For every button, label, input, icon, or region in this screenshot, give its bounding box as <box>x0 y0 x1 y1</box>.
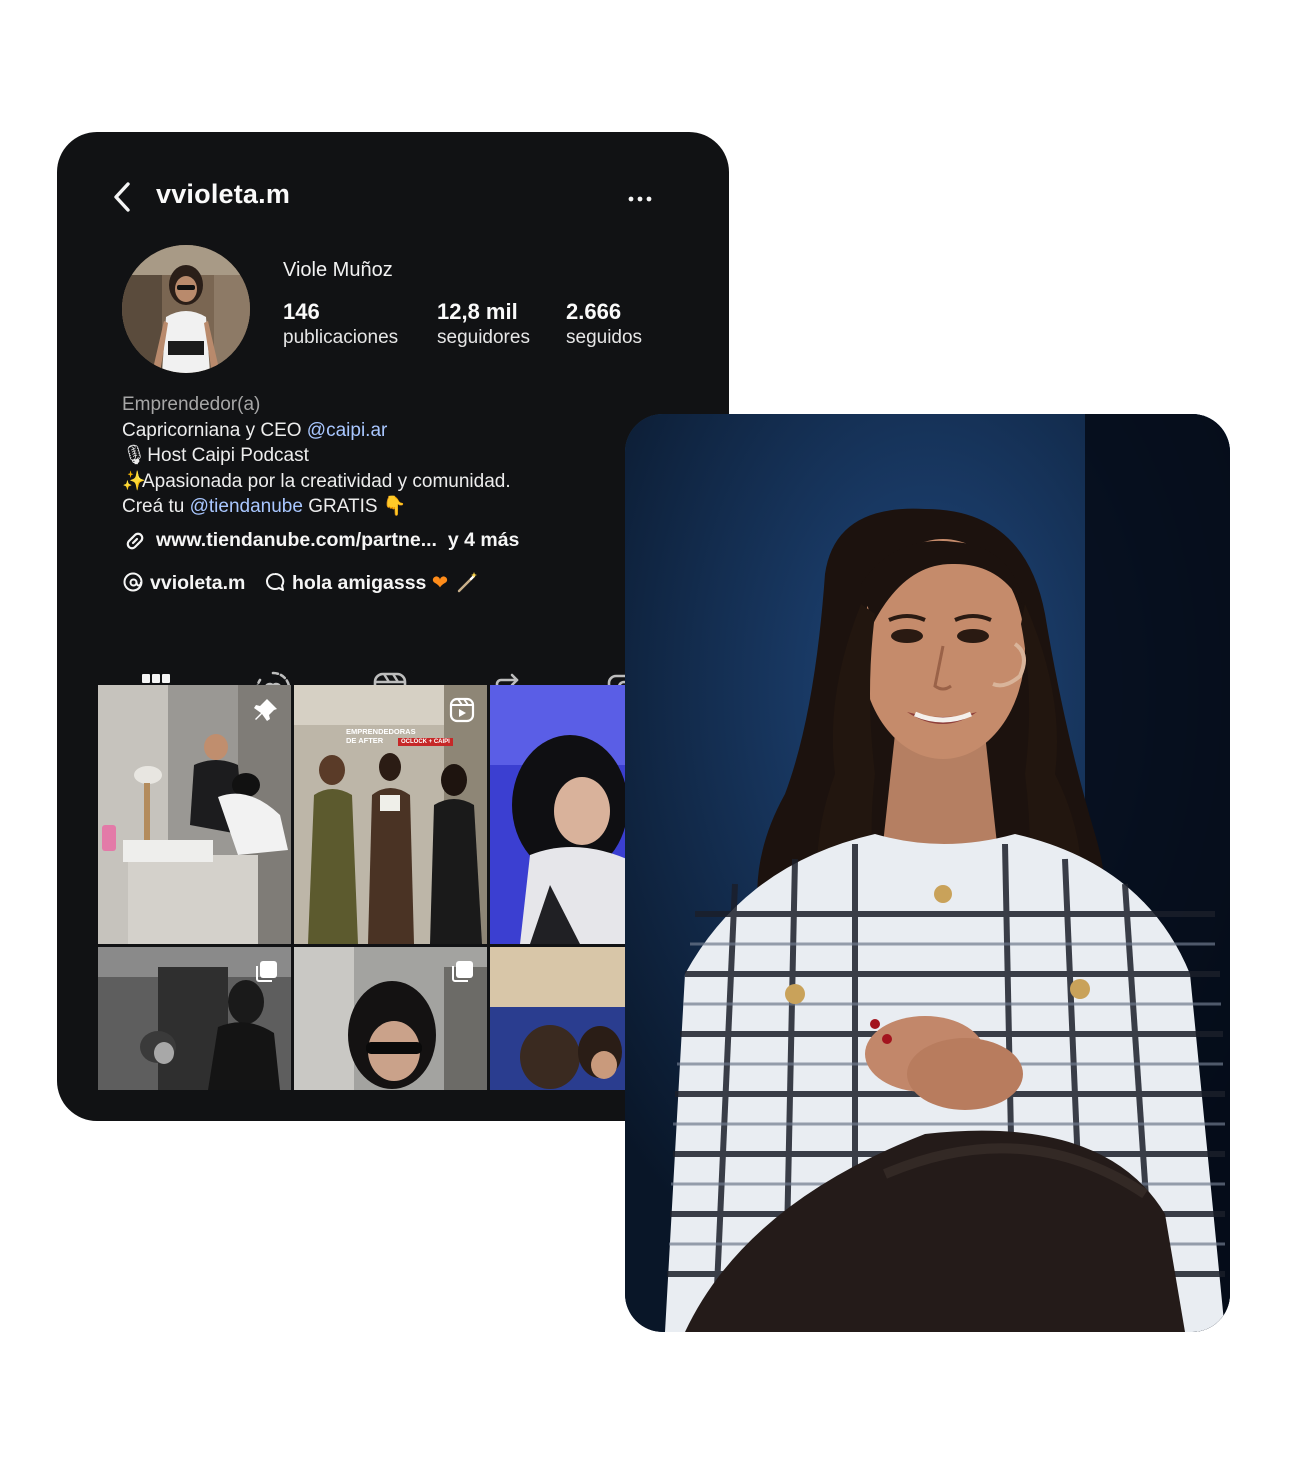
threads-icon <box>123 572 143 592</box>
post-thumbnail <box>98 685 291 944</box>
pointing-down-icon: 👇 <box>382 496 407 518</box>
avatar-photo <box>122 245 250 373</box>
mention-tiendanube[interactable]: @tiendanube <box>190 496 303 517</box>
profile-screen: vvioleta.m Viole Muñoz 146 publicaciones… <box>98 177 698 1121</box>
link-icon <box>126 532 144 550</box>
bio-line-2-text: Host Caipi Podcast <box>147 445 309 467</box>
bio-line-1-text: Capricorniana y CEO <box>122 419 307 441</box>
grid-post[interactable] <box>294 947 487 1090</box>
post-overlay-tag: OCLOCK + CAIPI <box>398 738 453 746</box>
stat-following-label: seguidos <box>566 327 643 348</box>
stat-followers-label: seguidores <box>437 327 530 348</box>
note-text: hola amigasss <box>292 572 427 594</box>
bio-link-more: y 4 más <box>447 529 520 552</box>
grid-post[interactable] <box>98 685 291 944</box>
bio-line-3: ✨Apasionada por la creatividad y comunid… <box>122 469 682 495</box>
more-options-button[interactable] <box>626 181 656 211</box>
bio-line-4-suffix: GRATIS <box>302 496 378 518</box>
carousel-icon <box>256 961 277 982</box>
threads-handle: vvioleta.m <box>150 572 246 594</box>
bio-line-4-text: Creá tu <box>122 496 190 518</box>
grid-post[interactable] <box>98 947 291 1090</box>
profile-full-name: Viole Muñoz <box>283 259 393 281</box>
bio-line-1: Capricorniana y CEO @caipi.ar <box>122 418 682 444</box>
chat-bubble-icon <box>266 572 285 591</box>
bio-category: Emprendedor(a) <box>122 394 261 415</box>
top-bar: vvioleta.m <box>98 177 698 217</box>
bio-link[interactable]: www.tiendanube.com/partne... y 4 más <box>122 528 519 554</box>
bio-link-url: www.tiendanube.com/partne... <box>156 529 437 552</box>
chevron-left-icon <box>114 182 130 212</box>
stat-following[interactable]: 2.666 seguidos <box>566 299 642 349</box>
sparkles-icon: ✨ <box>122 470 146 492</box>
speaker-photo-image <box>625 414 1230 1332</box>
orange-heart-icon: ❤ <box>431 572 449 594</box>
avatar[interactable] <box>122 245 250 373</box>
post-thumbnail <box>294 685 487 944</box>
profile-username: vvioleta.m <box>156 179 291 209</box>
microphone-icon: 🎙 <box>122 445 147 467</box>
stat-following-value: 2.666 <box>566 299 622 324</box>
stat-posts-label: publicaciones <box>283 327 399 348</box>
profile-note[interactable]: hola amigasss ❤ <box>264 571 484 595</box>
carousel-icon <box>452 961 473 982</box>
magic-wand-icon <box>457 572 477 593</box>
threads-badge[interactable]: vvioleta.m <box>122 571 245 595</box>
grid-post[interactable]: EMPRENDEDORAS DE AFTER OCLOCK + CAIPI <box>294 685 487 944</box>
reel-icon <box>449 697 475 723</box>
stat-posts-value: 146 <box>283 299 320 324</box>
stat-followers[interactable]: 12,8 mil seguidores <box>437 299 530 349</box>
stat-followers-value: 12,8 mil <box>437 299 518 324</box>
mention-caipi[interactable]: @caipi.ar <box>307 420 388 441</box>
speaker-photo <box>625 414 1230 1332</box>
back-button[interactable] <box>108 180 138 214</box>
bio-line-2: 🎙 Host Caipi Podcast <box>122 443 682 469</box>
pin-icon <box>254 699 277 721</box>
more-dots-icon <box>628 196 652 202</box>
stat-posts[interactable]: 146 publicaciones <box>283 299 398 349</box>
profile-bio: Emprendedor(a) Capricorniana y CEO @caip… <box>122 392 682 520</box>
bio-line-4: Creá tu @tiendanube GRATIS 👇 <box>122 494 682 520</box>
bio-line-3-text: Apasionada por la creatividad y comunida… <box>142 470 511 492</box>
